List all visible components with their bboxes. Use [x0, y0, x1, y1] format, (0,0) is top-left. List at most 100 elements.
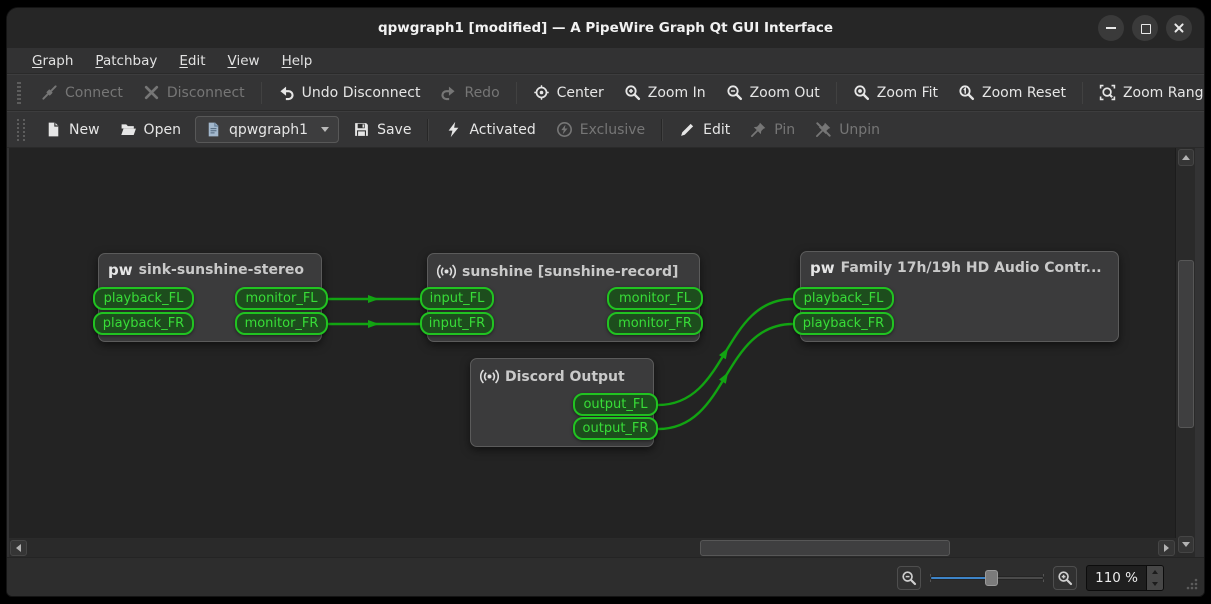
- scroll-down-button[interactable]: [1178, 536, 1194, 553]
- edit-button[interactable]: Edit: [669, 116, 740, 143]
- scroll-left-icon: [16, 544, 21, 552]
- redo-button[interactable]: Redo: [430, 79, 509, 106]
- center-button[interactable]: Center: [523, 79, 614, 106]
- toolbar-drag-handle[interactable]: [17, 118, 25, 141]
- port-playback-fr[interactable]: playback_FR: [93, 312, 194, 335]
- new-button[interactable]: New: [35, 116, 110, 143]
- activated-button[interactable]: Activated: [435, 116, 545, 143]
- disconnect-button[interactable]: Disconnect: [133, 79, 255, 106]
- pipewire-icon: pw: [810, 258, 835, 276]
- connect-icon: [41, 84, 58, 101]
- redo-icon: [440, 84, 457, 101]
- lightning-circle-icon: [556, 121, 573, 138]
- zoom-range-button[interactable]: Zoom Range: [1089, 79, 1204, 106]
- node-title: Family 17h/19h HD Audio Contr...: [840, 260, 1102, 276]
- zoom-out-icon: [901, 570, 917, 586]
- toolbar-drag-handle[interactable]: [17, 81, 21, 104]
- app-window: qpwgraph1 [modified] — A PipeWire Graph …: [7, 8, 1204, 596]
- menu-view[interactable]: View: [219, 51, 269, 71]
- menu-edit[interactable]: Edit: [170, 51, 214, 71]
- node-header: sunshine [sunshine-record]: [428, 254, 699, 281]
- port-playback-fr[interactable]: playback_FR: [793, 312, 894, 335]
- zoom-in-button[interactable]: Zoom In: [614, 79, 716, 106]
- vertical-scrollbar[interactable]: [1177, 148, 1195, 557]
- port-output-fr[interactable]: output_FR: [573, 417, 658, 440]
- exclusive-label: Exclusive: [579, 121, 646, 138]
- spin-down-button[interactable]: [1147, 578, 1163, 590]
- port-monitor-fl[interactable]: monitor_FL: [607, 287, 703, 310]
- horizontal-scroll-thumb[interactable]: [700, 540, 950, 556]
- open-label: Open: [143, 121, 181, 138]
- menu-graph[interactable]: Graph: [23, 51, 82, 71]
- patchbay-profile-combo[interactable]: qpwgraph1: [194, 116, 340, 143]
- connection-arrow: [718, 372, 729, 384]
- port-output-fl[interactable]: output_FL: [573, 393, 658, 416]
- zoom-slider-handle[interactable]: [984, 570, 998, 586]
- scroll-up-icon: [1182, 155, 1190, 160]
- disconnect-label: Disconnect: [166, 84, 245, 101]
- close-button[interactable]: [1166, 15, 1192, 41]
- scroll-up-button[interactable]: [1178, 149, 1194, 166]
- zoom-fit-label: Zoom Fit: [876, 84, 939, 101]
- port-input-fl[interactable]: input_FL: [420, 287, 494, 310]
- port-input-fr[interactable]: input_FR: [420, 312, 494, 335]
- zoom-out-button[interactable]: [897, 566, 922, 590]
- unpin-button[interactable]: Unpin: [805, 116, 890, 143]
- unpin-label: Unpin: [839, 121, 880, 138]
- maximize-button[interactable]: [1132, 15, 1158, 41]
- connection-arrow: [718, 347, 729, 360]
- scroll-down-icon: [1182, 542, 1190, 547]
- port-playback-fl[interactable]: playback_FL: [793, 287, 894, 310]
- open-button[interactable]: Open: [110, 116, 191, 143]
- zoom-reset-button[interactable]: Zoom Reset: [948, 79, 1076, 106]
- save-button[interactable]: Save: [343, 116, 421, 143]
- zoom-range-label: Zoom Range: [1122, 84, 1204, 101]
- window-title: qpwgraph1 [modified] — A PipeWire Graph …: [377, 20, 834, 36]
- window-controls: [1098, 15, 1192, 41]
- resize-grip[interactable]: [1183, 575, 1199, 591]
- toolbar-separator: [260, 81, 262, 104]
- maximize-icon: [1140, 23, 1151, 34]
- zoom-reset-icon: [958, 84, 975, 101]
- spin-up-icon: [1152, 570, 1158, 574]
- exclusive-button[interactable]: Exclusive: [546, 116, 655, 143]
- zoom-spinbox[interactable]: 110 %: [1086, 565, 1164, 591]
- new-file-icon: [45, 121, 62, 138]
- menu-help[interactable]: Help: [273, 51, 322, 71]
- pencil-icon: [679, 121, 696, 138]
- port-monitor-fr[interactable]: monitor_FR: [235, 312, 328, 335]
- node-header: pw sink-sunshine-stereo: [99, 254, 321, 278]
- lightning-icon: [445, 121, 462, 138]
- canvas-frame: pw sink-sunshine-stereo sunshine [sunshi…: [9, 148, 1195, 557]
- zoom-range-icon: [1099, 84, 1116, 101]
- connect-button[interactable]: Connect: [31, 79, 133, 106]
- scroll-right-button[interactable]: [1158, 540, 1175, 556]
- port-monitor-fr[interactable]: monitor_FR: [607, 312, 703, 335]
- zoom-in-button[interactable]: [1053, 566, 1078, 590]
- spin-up-button[interactable]: [1147, 566, 1163, 578]
- connect-label: Connect: [65, 84, 123, 101]
- minimize-button[interactable]: [1098, 15, 1124, 41]
- port-monitor-fl[interactable]: monitor_FL: [235, 287, 328, 310]
- menu-patchbay[interactable]: Patchbay: [86, 51, 166, 71]
- pin-button[interactable]: Pin: [740, 116, 805, 143]
- port-playback-fl[interactable]: playback_FL: [93, 287, 194, 310]
- zoom-out-button[interactable]: Zoom Out: [716, 79, 830, 106]
- center-label: Center: [556, 84, 604, 101]
- pipewire-icon: pw: [108, 260, 133, 278]
- vertical-scroll-thumb[interactable]: [1178, 260, 1194, 428]
- scroll-left-button[interactable]: [10, 540, 27, 556]
- redo-label: Redo: [464, 84, 500, 101]
- graph-canvas[interactable]: pw sink-sunshine-stereo sunshine [sunshi…: [9, 148, 1176, 538]
- connection-arrow: [368, 320, 379, 328]
- zoom-fit-button[interactable]: Zoom Fit: [843, 79, 948, 106]
- node-header: pw Family 17h/19h HD Audio Contr...: [801, 252, 1118, 276]
- undo-icon: [278, 84, 295, 101]
- zoom-slider[interactable]: [930, 566, 1045, 590]
- titlebar[interactable]: qpwgraph1 [modified] — A PipeWire Graph …: [7, 8, 1204, 48]
- undo-button[interactable]: Undo Disconnect: [268, 79, 431, 106]
- zoom-in-icon: [624, 84, 641, 101]
- edit-label: Edit: [703, 121, 731, 138]
- horizontal-scrollbar[interactable]: [9, 539, 1176, 557]
- undo-label: Undo Disconnect: [301, 84, 421, 101]
